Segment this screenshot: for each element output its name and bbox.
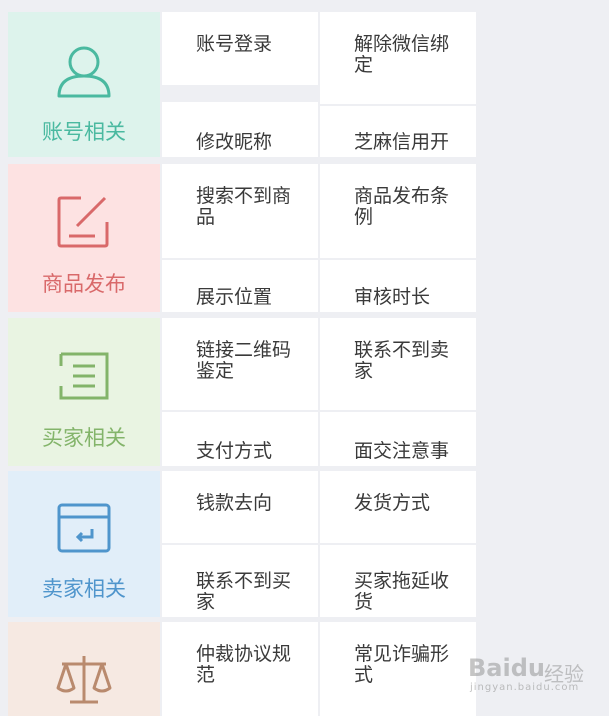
topic-cell[interactable]: 搜索不到商品 (162, 164, 318, 258)
category-label: 账号相关 (42, 120, 126, 144)
topic-label: 修改昵称 (196, 131, 273, 153)
category-label: 买家相关 (42, 426, 126, 450)
topic-cell[interactable]: 商品发布条例 (320, 164, 476, 258)
category-buyer[interactable]: 买家相关 (8, 318, 160, 466)
topic-label: 审核时长 (354, 286, 431, 308)
topic-label: 支付方式 (196, 440, 273, 462)
topic-cell[interactable]: 展示位置 (162, 260, 318, 312)
topic-cell[interactable]: 芝麻信用开 (320, 106, 476, 157)
topic-label: 账号登录 (196, 33, 273, 55)
topic-cell[interactable]: 解除微信绑定 (320, 12, 476, 104)
topic-label: 链接二维码鉴定 (196, 339, 292, 382)
topic-cell[interactable]: 账号登录 (162, 12, 318, 85)
topic-label: 买家拖延收货 (354, 570, 450, 613)
topic-label: 面交注意事 (354, 440, 450, 462)
category-arbitration[interactable] (8, 622, 160, 716)
wallet-icon (57, 503, 111, 553)
topic-label: 商品发布条例 (354, 185, 450, 228)
category-publish[interactable]: 商品发布 (8, 164, 160, 312)
topic-cell[interactable]: 常见诈骗形式 (320, 622, 476, 716)
topic-cell[interactable]: 发货方式 (320, 471, 476, 543)
category-account[interactable]: 账号相关 (8, 12, 160, 157)
topic-label: 钱款去向 (196, 492, 273, 514)
category-label: 商品发布 (42, 272, 126, 296)
topic-cell[interactable]: 修改昵称 (162, 102, 318, 157)
watermark-brand: Baidu (468, 654, 545, 682)
topic-label: 发货方式 (354, 492, 431, 514)
topic-label: 解除微信绑定 (354, 33, 450, 76)
topic-label: 展示位置 (196, 286, 273, 308)
topic-cell[interactable]: 钱款去向 (162, 471, 318, 543)
topic-cell[interactable]: 面交注意事 (320, 412, 476, 466)
topic-cell[interactable]: 仲裁协议规范 (162, 622, 318, 716)
user-icon (57, 46, 111, 98)
topic-label: 仲裁协议规范 (196, 643, 292, 686)
topic-label: 联系不到买家 (196, 570, 292, 613)
topic-cell[interactable]: 买家拖延收货 (320, 545, 476, 617)
topic-label: 芝麻信用开 (354, 131, 450, 153)
watermark-url: jingyan.baidu.com (470, 682, 580, 693)
topic-cell[interactable]: 链接二维码鉴定 (162, 318, 318, 410)
faq-panel: 账号相关 账号登录 解除微信绑定 修改昵称 芝麻信用开 商品发布 搜索不到商品 … (0, 0, 476, 716)
topic-cell[interactable]: 联系不到买家 (162, 545, 318, 617)
topic-cell[interactable]: 审核时长 (320, 260, 476, 312)
topic-label: 联系不到卖家 (354, 339, 450, 382)
list-icon (59, 352, 109, 400)
topic-cell[interactable]: 支付方式 (162, 412, 318, 466)
topic-cell[interactable]: 联系不到卖家 (320, 318, 476, 410)
scale-icon (56, 656, 112, 704)
baidu-watermark: Baidu 经验 jingyan.baidu.com (468, 654, 598, 694)
topic-label: 搜索不到商品 (196, 185, 292, 228)
edit-icon (57, 196, 109, 248)
topic-label: 常见诈骗形式 (354, 643, 450, 686)
category-label: 卖家相关 (42, 577, 126, 601)
category-seller[interactable]: 卖家相关 (8, 471, 160, 617)
